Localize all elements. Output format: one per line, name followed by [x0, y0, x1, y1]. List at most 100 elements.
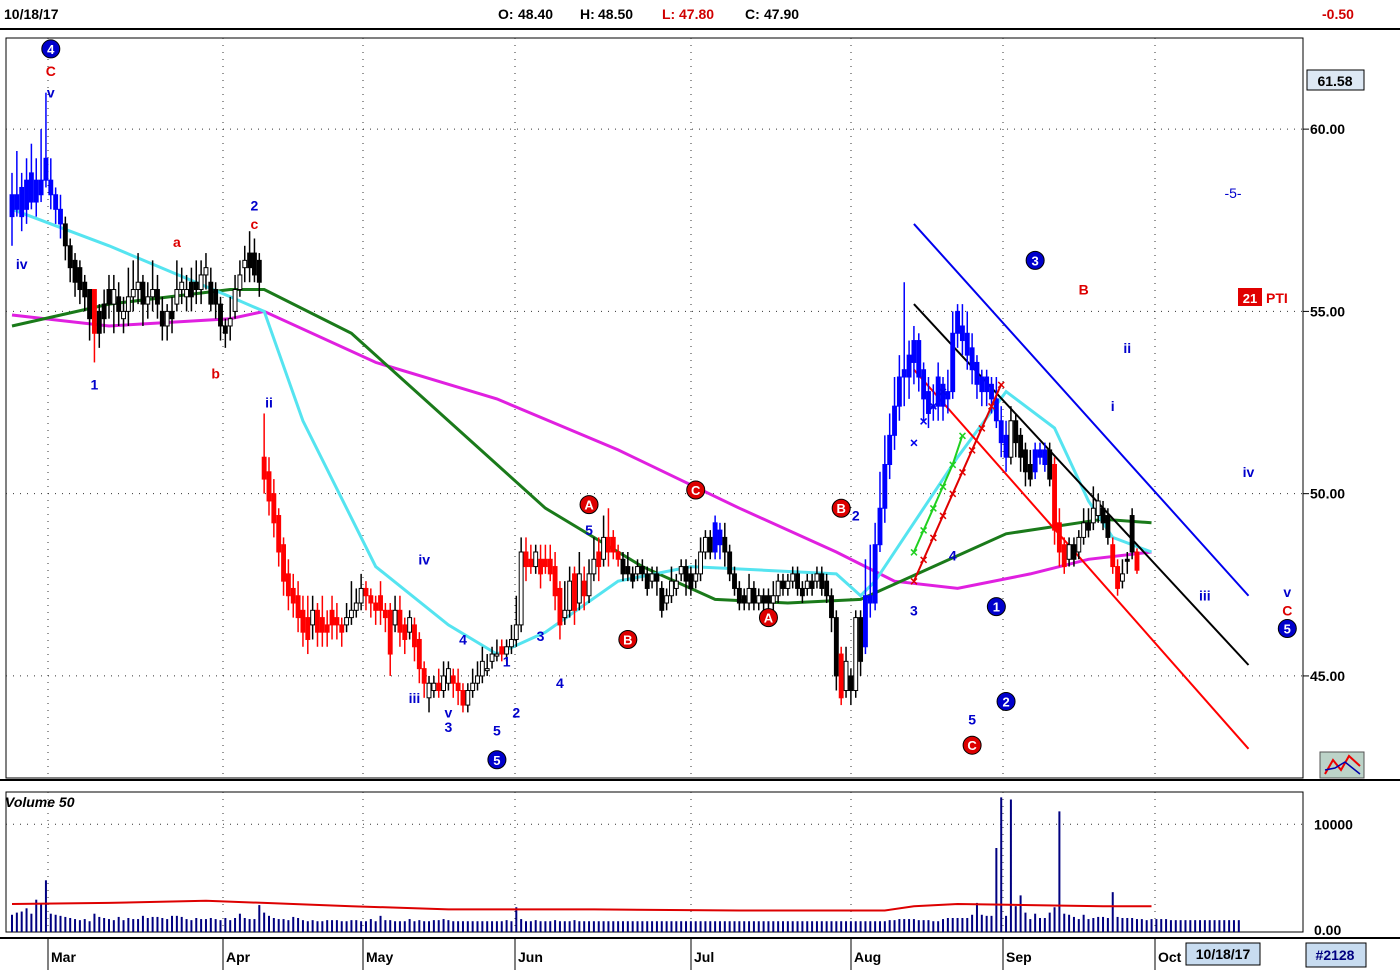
- candle-body: [572, 573, 577, 611]
- candle-body: [179, 281, 185, 291]
- x-blue-marker: ×: [920, 413, 928, 429]
- x-green-marker: ×: [910, 544, 918, 560]
- wave-label: 2: [1002, 694, 1009, 709]
- candle-body: [1052, 464, 1057, 531]
- channel-black-line: [913, 303, 1250, 666]
- wave-label: a: [173, 234, 181, 250]
- candle-body: [1129, 515, 1135, 553]
- volume-tick-label: 0.00: [1314, 922, 1341, 938]
- volume-panel-frame: [5, 791, 1304, 933]
- candle-body: [824, 580, 830, 597]
- candle-body: [281, 544, 286, 582]
- candle-body: [237, 274, 243, 291]
- candle-body: [1037, 449, 1043, 458]
- candle-body: [766, 595, 771, 604]
- candle-body: [62, 223, 68, 247]
- wave-label: v: [1283, 584, 1291, 600]
- x-blue-marker: ×: [939, 384, 947, 400]
- candle-body: [785, 580, 791, 589]
- candle-body: [625, 566, 631, 575]
- candle-body: [150, 289, 156, 298]
- candle-body: [106, 289, 112, 305]
- wave-label: 3: [537, 628, 545, 644]
- candle-body: [746, 587, 752, 604]
- wave-label: ii: [1123, 340, 1131, 356]
- candle-body: [605, 536, 611, 553]
- candle-body: [310, 609, 316, 626]
- month-label: May: [366, 949, 393, 965]
- wave-label: 1: [91, 376, 99, 392]
- candle-body: [877, 507, 883, 546]
- candle-body: [242, 259, 248, 269]
- candle-body: [72, 259, 78, 283]
- candle-body: [1115, 566, 1121, 589]
- candle-body: [858, 617, 864, 662]
- x-red-marker: ×: [997, 376, 1005, 392]
- candle-body: [523, 551, 529, 568]
- candle-body: [969, 347, 975, 371]
- candle-body: [1032, 449, 1038, 473]
- price-tick-label: 55.00: [1310, 303, 1345, 319]
- candle-body: [707, 536, 713, 553]
- candle-body: [416, 638, 422, 670]
- candle-body: [135, 281, 141, 291]
- candle-body: [208, 281, 214, 305]
- x-blue-marker: ×: [929, 398, 937, 414]
- candle-body: [1008, 420, 1014, 458]
- candle-body: [232, 289, 238, 312]
- wave-label: 1: [503, 653, 511, 669]
- candle-body: [601, 536, 607, 560]
- x-red-marker: ×: [910, 573, 918, 589]
- candle-body: [77, 267, 83, 291]
- volume-panel-title: Volume 50: [5, 794, 75, 810]
- candle-body: [19, 186, 25, 218]
- candle-body: [678, 566, 684, 575]
- candle-body: [470, 682, 476, 692]
- close-value: 47.90: [764, 6, 800, 22]
- candle-body: [950, 332, 956, 393]
- candle-body: [533, 551, 539, 568]
- wave-label: 5: [1284, 622, 1291, 637]
- high-label: H:: [580, 6, 595, 22]
- candle-body: [872, 544, 878, 604]
- candle-body: [780, 580, 786, 589]
- gridlines: [6, 38, 1303, 932]
- candle-body: [43, 157, 49, 181]
- candle-body: [959, 325, 965, 342]
- candle-body: [775, 580, 781, 597]
- candle-body: [315, 609, 320, 633]
- candle-body: [266, 471, 272, 502]
- x-red-marker: ×: [939, 508, 947, 524]
- wave-label: iv: [16, 256, 28, 272]
- candle-body: [911, 340, 917, 363]
- candle-body: [639, 566, 645, 575]
- candle-body: [1100, 507, 1106, 524]
- chart-canvas[interactable]: ×××××××××××××××××××× 4Cvivab12ciiiviii4v…: [0, 30, 1400, 970]
- candle-body: [882, 464, 888, 509]
- candle-body: [586, 573, 592, 597]
- wave-label: iv: [418, 551, 430, 567]
- candle-body: [513, 624, 519, 640]
- chart-thumbnail-icon[interactable]: [1319, 751, 1365, 779]
- candle-body: [358, 587, 364, 604]
- candle-body: [1047, 449, 1053, 480]
- pti-indicator: 21 PTI: [1238, 288, 1288, 306]
- candle-body: [901, 369, 907, 378]
- candle-body: [1095, 500, 1101, 517]
- candle-body: [373, 602, 379, 611]
- volume-bars: [11, 797, 1240, 932]
- candle-body: [702, 536, 708, 553]
- x-green-marker: ×: [929, 500, 937, 516]
- candle-body: [169, 310, 175, 320]
- candle-body: [130, 289, 136, 298]
- candle-body: [547, 558, 553, 575]
- candle-body: [1134, 551, 1140, 571]
- pti-label: PTI: [1266, 290, 1288, 306]
- wave-label: 3: [445, 719, 453, 735]
- month-label: Oct: [1158, 949, 1182, 965]
- candle-body: [319, 617, 325, 633]
- candle-body: [591, 558, 597, 575]
- candle-body: [833, 617, 839, 677]
- candle-body: [790, 573, 796, 582]
- candle-body: [247, 252, 253, 269]
